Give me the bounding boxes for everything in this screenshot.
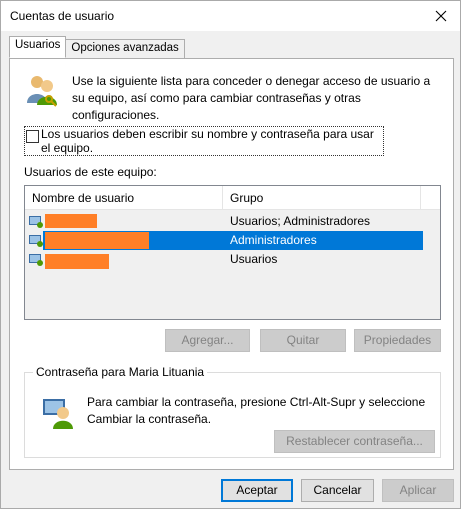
table-row[interactable]: Administradores (25, 231, 440, 250)
tab-advanced-options[interactable]: Opciones avanzadas (65, 39, 185, 59)
users-list[interactable]: Nombre de usuario Grupo Usuarios; Admini… (24, 185, 441, 320)
table-row[interactable]: Usuarios; Administradores (25, 212, 440, 231)
user-icon (29, 216, 43, 228)
reset-password-button[interactable]: Restablecer contraseña... (274, 430, 435, 453)
users-tab-panel: Use la siguiente lista para conceder o d… (9, 58, 454, 470)
intro-description: Use la siguiente lista para conceder o d… (72, 74, 431, 122)
password-groupbox: Contraseña para Maria Lituania Para camb… (24, 365, 441, 458)
apply-button[interactable]: Aplicar (382, 479, 454, 502)
tab-users[interactable]: Usuarios (9, 36, 67, 58)
password-group-title: Contraseña para Maria Lituania (33, 365, 208, 379)
user-group: Usuarios (230, 252, 278, 266)
tab-strip: Usuarios Opciones avanzadas (9, 36, 185, 59)
ok-button[interactable]: Aceptar (221, 479, 293, 502)
redacted-username (45, 214, 97, 228)
table-row[interactable]: Usuarios (25, 250, 440, 269)
close-button[interactable] (422, 1, 460, 31)
cancel-button[interactable]: Cancelar (301, 479, 374, 502)
user-icon (29, 235, 43, 247)
require-login-label: Los usuarios deben escribir su nombre y … (41, 127, 374, 155)
users-icon (25, 73, 59, 107)
title-bar: Cuentas de usuario (1, 1, 460, 31)
user-icon (29, 254, 43, 266)
properties-button[interactable]: Propiedades (354, 329, 441, 352)
user-group: Administradores (230, 233, 317, 247)
user-key-icon (41, 395, 75, 429)
column-header-username[interactable]: Nombre de usuario (25, 186, 223, 210)
remove-user-button[interactable]: Quitar (260, 329, 346, 352)
column-header-group[interactable]: Grupo (223, 186, 421, 210)
users-list-header: Nombre de usuario Grupo (25, 186, 440, 210)
add-user-button[interactable]: Agregar... (165, 329, 250, 352)
redacted-username (45, 232, 149, 249)
window-title: Cuentas de usuario (10, 9, 115, 23)
redacted-username (45, 254, 109, 269)
password-instructions: Para cambiar la contraseña, presione Ctr… (87, 395, 426, 426)
close-icon (435, 10, 447, 22)
user-accounts-dialog: Cuentas de usuario Usuarios Opciones ava… (0, 0, 461, 509)
require-login-checkbox-row[interactable]: Los usuarios deben escribir su nombre y … (24, 126, 384, 156)
user-group: Usuarios; Administradores (230, 214, 371, 228)
users-list-label: Usuarios de este equipo: (24, 165, 157, 179)
require-login-checkbox[interactable] (26, 130, 39, 143)
